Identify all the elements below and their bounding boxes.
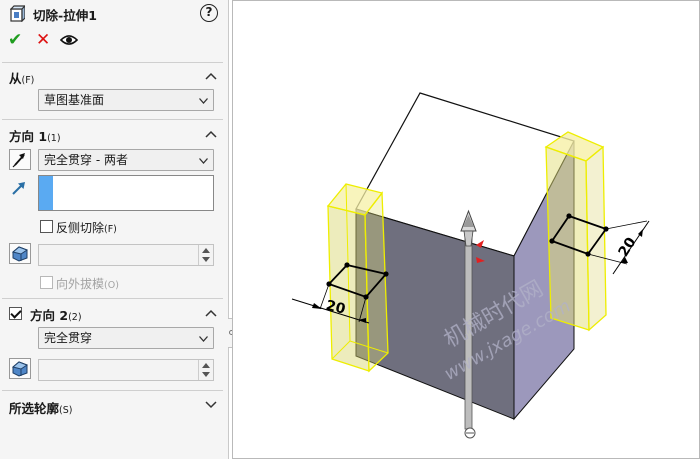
spin-up-icon[interactable]	[202, 248, 210, 253]
draft-icon	[11, 246, 29, 262]
section-from-header[interactable]: 从(F)	[9, 68, 34, 87]
section-selected-contours-header[interactable]: 所选轮廓(S)	[9, 398, 72, 417]
panel-header: 切除-拉伸1 ?	[0, 0, 229, 28]
dimension-right-label[interactable]: 20	[616, 235, 640, 260]
cancel-button[interactable]: ✕	[36, 32, 50, 49]
flip-side-label: 反侧切除(F)	[56, 221, 117, 235]
draft-angle-input[interactable]	[38, 244, 214, 266]
chevron-up-icon[interactable]	[205, 130, 217, 138]
eye-icon[interactable]	[60, 34, 78, 46]
graphics-viewport[interactable]: 20 20 机械时代网 www.jxage.com	[232, 0, 700, 459]
draft-angle-input-2[interactable]	[38, 359, 214, 381]
extruded-cut-icon	[10, 5, 25, 22]
ok-button[interactable]: ✔	[8, 32, 22, 49]
direction-vector-icon	[12, 182, 25, 195]
property-manager-panel: 切除-拉伸1 ? ✔ ✕ 从(F) 草图基准面 方向 1(1) 完全贯穿 - 两…	[0, 0, 229, 459]
chevron-up-icon[interactable]	[205, 72, 217, 80]
chevron-down-icon	[199, 98, 208, 104]
model-view: 20 20 机械时代网 www.jxage.com	[291, 92, 650, 439]
dimension-left-label[interactable]: 20	[324, 298, 347, 318]
direction2-checkbox[interactable]	[9, 307, 22, 320]
direction2-end-condition-select[interactable]: 完全贯穿	[38, 327, 214, 349]
section-direction2-header[interactable]: 方向 2(2)	[30, 305, 82, 324]
divider	[2, 298, 223, 299]
chevron-down-icon[interactable]	[205, 401, 217, 409]
help-button[interactable]: ?	[200, 4, 218, 22]
spin-down-icon[interactable]	[202, 372, 210, 377]
draft-icon	[11, 361, 29, 377]
feature-title: 切除-拉伸1	[33, 8, 97, 23]
left-cut-preview	[326, 183, 389, 373]
divider	[2, 119, 223, 120]
spin-down-icon[interactable]	[202, 257, 210, 262]
active-selection-indicator	[39, 176, 53, 210]
reverse-direction-button[interactable]	[9, 149, 31, 170]
direction1-end-condition-select[interactable]: 完全贯穿 - 两者	[38, 149, 214, 171]
chevron-down-icon	[199, 158, 208, 164]
spin-up-icon[interactable]	[202, 363, 210, 368]
spinner[interactable]	[198, 245, 213, 265]
divider	[2, 62, 223, 63]
direction-vector-selection-box[interactable]	[38, 175, 214, 211]
chevron-down-icon	[199, 336, 208, 342]
draft-toggle-button-2[interactable]	[9, 358, 31, 379]
draft-toggle-button[interactable]	[9, 243, 31, 264]
reverse-direction-icon	[12, 153, 25, 168]
spinner[interactable]	[198, 360, 213, 380]
action-bar: ✔ ✕	[8, 32, 88, 50]
section-direction1-header[interactable]: 方向 1(1)	[9, 126, 61, 145]
draft-outward-label: 向外拔模(O)	[56, 277, 119, 291]
divider	[2, 390, 223, 391]
chevron-up-icon[interactable]	[205, 309, 217, 317]
draft-outward-checkbox[interactable]	[40, 276, 53, 289]
from-select[interactable]: 草图基准面	[38, 89, 214, 111]
flip-side-checkbox[interactable]	[40, 220, 53, 233]
